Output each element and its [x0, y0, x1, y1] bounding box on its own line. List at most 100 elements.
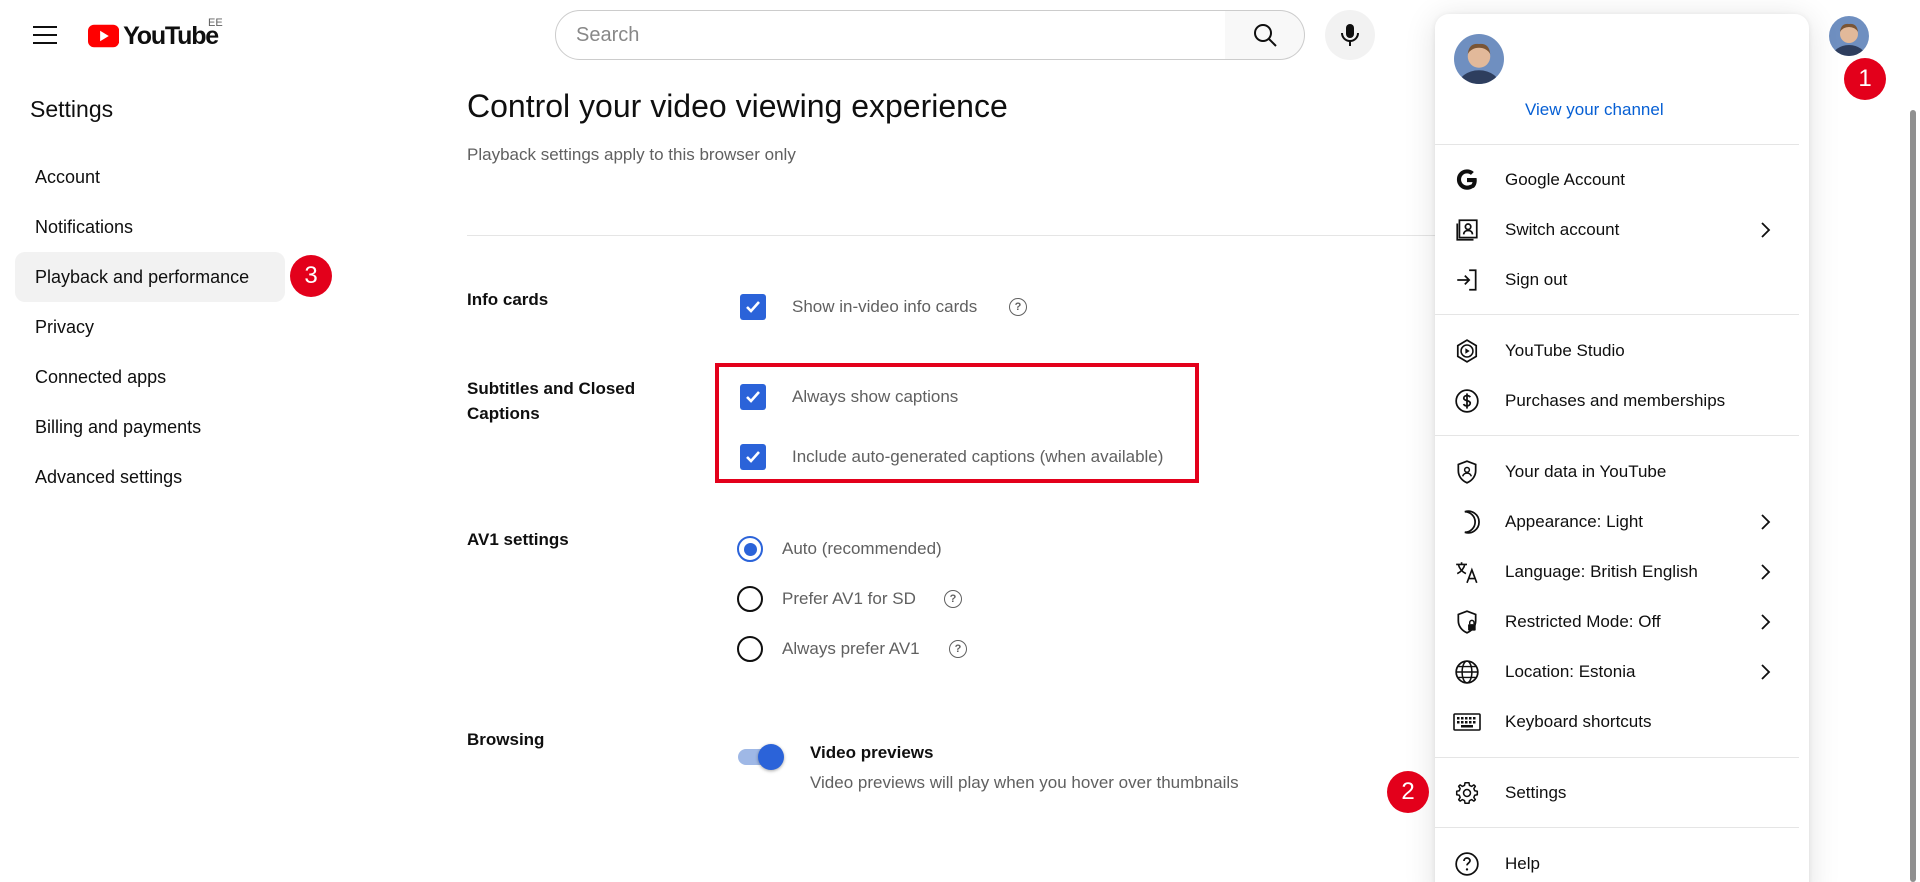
- sidebar-item-label: Account: [35, 166, 101, 187]
- menu-item-label: Purchases and memberships: [1505, 391, 1726, 410]
- radio-av1-always[interactable]: [737, 636, 763, 662]
- menu-divider: [1435, 314, 1799, 315]
- sidebar-item-label: Privacy: [35, 316, 95, 337]
- section-label-info-cards: Info cards: [467, 290, 549, 309]
- menu-item-purchases[interactable]: Purchases and memberships: [1435, 377, 1809, 425]
- view-channel-link[interactable]: View your channel: [1525, 100, 1664, 120]
- sidebar-item-label: Connected apps: [35, 366, 167, 387]
- youtube-logo[interactable]: YouTube: [88, 19, 219, 53]
- chevron-right-icon: [1755, 562, 1775, 582]
- menu-item-label: Location: Estonia: [1505, 662, 1636, 681]
- menu-item-label: Help: [1505, 854, 1540, 873]
- help-icon[interactable]: ?: [949, 640, 967, 658]
- menu-item-switch-account[interactable]: Switch account: [1435, 206, 1809, 254]
- menu-item-your-data[interactable]: Your data in YouTube: [1435, 448, 1809, 496]
- sidebar-item-notifications[interactable]: Notifications: [15, 202, 285, 252]
- divider: [467, 235, 1437, 236]
- annotation-badge-3: 3: [290, 255, 332, 297]
- menu-item-restricted-mode[interactable]: Restricted Mode: Off: [1435, 598, 1809, 646]
- menu-item-label: Google Account: [1505, 170, 1626, 189]
- gear-icon: [1453, 779, 1481, 807]
- sidebar-item-label: Playback and performance: [35, 266, 250, 287]
- globe-icon: [1453, 658, 1481, 686]
- menu-avatar: [1454, 34, 1504, 84]
- page-scrollbar[interactable]: [1910, 110, 1916, 882]
- check-icon: [746, 391, 760, 403]
- menu-icon[interactable]: [28, 22, 62, 48]
- restricted-icon: [1453, 608, 1481, 636]
- menu-item-keyboard-shortcuts[interactable]: Keyboard shortcuts: [1435, 698, 1809, 746]
- menu-item-language[interactable]: Language: British English: [1435, 548, 1809, 596]
- chevron-right-icon: [1755, 220, 1775, 240]
- menu-item-label: Language: British English: [1505, 562, 1698, 581]
- translate-icon: [1453, 558, 1481, 586]
- menu-item-settings[interactable]: Settings: [1435, 769, 1809, 817]
- section-label-browsing: Browsing: [467, 730, 545, 749]
- menu-item-appearance[interactable]: Appearance: Light: [1435, 498, 1809, 546]
- shield-icon: [1453, 458, 1481, 486]
- avatar[interactable]: [1829, 16, 1869, 56]
- radio-av1-auto-label: Auto (recommended): [782, 539, 942, 558]
- annotation-badge-1: 1: [1844, 58, 1886, 100]
- switch-account-icon: [1453, 216, 1481, 244]
- help-icon[interactable]: ?: [1009, 298, 1027, 316]
- search-button[interactable]: [1225, 10, 1305, 60]
- keyboard-icon: [1453, 708, 1481, 736]
- moon-icon: [1453, 508, 1481, 536]
- sidebar-item-label: Advanced settings: [35, 466, 183, 487]
- video-previews-description: Video previews will play when you hover …: [810, 773, 1239, 792]
- always-show-captions-label: Always show captions: [792, 387, 959, 406]
- menu-item-label: Keyboard shortcuts: [1505, 712, 1652, 731]
- help-icon: [1453, 850, 1481, 878]
- menu-item-sign-out[interactable]: Sign out: [1435, 256, 1809, 304]
- menu-item-label: Sign out: [1505, 270, 1568, 289]
- sign-out-icon: [1453, 266, 1481, 294]
- sidebar-item-account[interactable]: Account: [15, 152, 285, 202]
- avatar-image: [1454, 34, 1504, 84]
- auto-captions-checkbox[interactable]: [740, 444, 766, 470]
- sidebar-item-advanced[interactable]: Advanced settings: [15, 452, 285, 502]
- avatar-image: [1829, 16, 1869, 56]
- menu-item-label: Switch account: [1505, 220, 1620, 239]
- check-icon: [746, 301, 760, 313]
- radio-av1-sd[interactable]: [737, 586, 763, 612]
- search-input[interactable]: [556, 11, 1225, 59]
- chevron-right-icon: [1755, 612, 1775, 632]
- chevron-right-icon: [1755, 662, 1775, 682]
- menu-item-google-account[interactable]: Google Account: [1435, 156, 1809, 204]
- search-icon: [1253, 24, 1277, 47]
- menu-item-label: YouTube Studio: [1505, 341, 1625, 360]
- studio-icon: [1453, 337, 1481, 365]
- section-label-captions: Subtitles and Closed Captions: [467, 379, 636, 423]
- google-icon: [1453, 166, 1481, 194]
- voice-search-button[interactable]: [1325, 10, 1375, 60]
- radio-av1-sd-label: Prefer AV1 for SD: [782, 589, 916, 608]
- dollar-icon: [1453, 387, 1481, 415]
- info-cards-checkbox[interactable]: [740, 294, 766, 320]
- sidebar-item-billing[interactable]: Billing and payments: [15, 402, 285, 452]
- video-previews-toggle[interactable]: [738, 744, 784, 770]
- sidebar-item-playback[interactable]: Playback and performance: [15, 252, 285, 302]
- page-subtitle: Playback settings apply to this browser …: [467, 145, 796, 164]
- sidebar-item-label: Billing and payments: [35, 416, 202, 437]
- menu-divider: [1435, 435, 1799, 436]
- youtube-play-icon: [88, 24, 120, 48]
- menu-item-location[interactable]: Location: Estonia: [1435, 648, 1809, 696]
- page-title: Control your video viewing experience: [467, 88, 1008, 124]
- radio-av1-auto[interactable]: [737, 536, 763, 562]
- microphone-icon: [1341, 24, 1359, 46]
- menu-item-label: Settings: [1505, 783, 1567, 802]
- menu-item-help[interactable]: Help: [1435, 840, 1809, 882]
- sidebar-item-label: Notifications: [35, 216, 134, 237]
- auto-captions-label: Include auto-generated captions (when av…: [792, 447, 1164, 466]
- sidebar-item-privacy[interactable]: Privacy: [15, 302, 285, 352]
- info-cards-label: Show in-video info cards: [792, 297, 978, 316]
- menu-item-youtube-studio[interactable]: YouTube Studio: [1435, 327, 1809, 375]
- sidebar-item-connected-apps[interactable]: Connected apps: [15, 352, 285, 402]
- menu-item-label: Restricted Mode: Off: [1505, 612, 1661, 631]
- always-show-captions-checkbox[interactable]: [740, 384, 766, 410]
- help-icon[interactable]: ?: [944, 590, 962, 608]
- video-previews-title: Video previews: [810, 743, 934, 762]
- logo-text: YouTube: [123, 21, 219, 50]
- annotation-badge-2: 2: [1387, 771, 1429, 813]
